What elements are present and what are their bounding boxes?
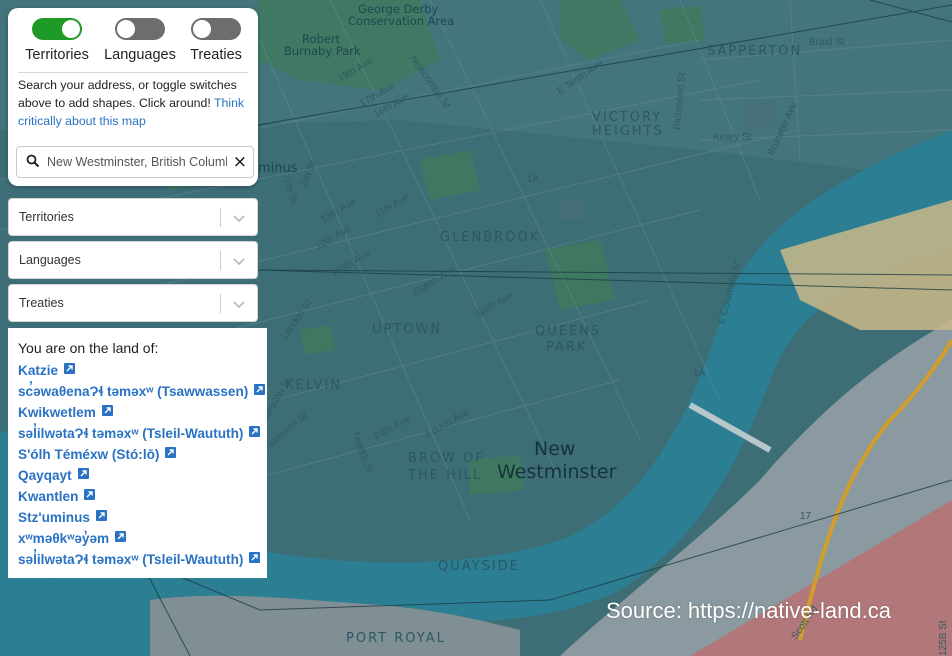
list-item: Qayqayt xyxy=(18,465,265,486)
treaties-toggle[interactable] xyxy=(191,18,241,40)
territories-dropdown-placeholder: Territories xyxy=(19,210,74,224)
treaties-toggle-label: Treaties xyxy=(190,47,242,63)
divider xyxy=(18,72,248,73)
territories-toggle[interactable] xyxy=(32,18,82,40)
list-item: Stz'uminus xyxy=(18,507,265,528)
list-item: xʷməθkʷəy̓əm xyxy=(18,528,265,549)
external-link-icon[interactable] xyxy=(249,551,261,567)
external-link-icon[interactable] xyxy=(95,509,107,525)
territory-list: Katzie sc̓əwaθenaɁɬ təməxʷ (Tsawwassen) Kw… xyxy=(18,360,266,570)
help-text-body: Search your address, or toggle switches … xyxy=(18,78,237,110)
territory-link[interactable]: Qayqayt xyxy=(18,468,72,483)
territory-link[interactable]: xʷməθkʷəy̓əm xyxy=(18,531,109,546)
territories-dropdown[interactable]: Territories xyxy=(8,198,258,236)
dropdown-separator xyxy=(220,208,221,227)
toggle-knob xyxy=(117,20,135,38)
territories-toggle-label: Territories xyxy=(25,47,89,63)
territory-link[interactable]: Stz'uminus xyxy=(18,510,90,525)
treaties-toggle-group: Treaties xyxy=(176,18,256,63)
svg-text:1A: 1A xyxy=(527,174,540,185)
languages-dropdown[interactable]: Languages xyxy=(8,241,258,279)
layer-toggle-panel: Territories Languages Treaties Search yo… xyxy=(8,8,258,186)
svg-text:Keary St: Keary St xyxy=(713,132,752,143)
territory-link[interactable]: sc̓əwaθenaɁɬ təməxʷ (Tsawwassen) xyxy=(18,384,248,399)
svg-text:QUEENS: QUEENS xyxy=(535,324,601,339)
search-icon xyxy=(26,154,40,173)
territory-link[interactable]: Katzie xyxy=(18,363,58,378)
svg-text:UPTOWN: UPTOWN xyxy=(372,322,442,337)
external-link-icon[interactable] xyxy=(77,467,89,483)
territory-link[interactable]: səl̓ilwətaɁɬ təməxʷ (Tsleil-Waututh) xyxy=(18,426,243,441)
territory-link[interactable]: səl̓ilwətaɁɬ təməxʷ (Tsleil-Waututh) xyxy=(18,552,243,567)
svg-text:PORT ROYAL: PORT ROYAL xyxy=(346,631,446,646)
dropdown-separator xyxy=(220,294,221,313)
external-link-icon[interactable] xyxy=(249,425,261,441)
list-item: S'ólh Téméxw (Stó:lō) xyxy=(18,444,265,465)
list-item: Kwantlen xyxy=(18,486,265,507)
territories-toggle-group: Territories xyxy=(17,18,97,63)
toggle-knob xyxy=(193,20,211,38)
svg-text:1A: 1A xyxy=(693,368,706,379)
languages-dropdown-placeholder: Languages xyxy=(19,253,81,267)
svg-text:VICTORY: VICTORY xyxy=(592,110,662,125)
svg-text:New: New xyxy=(534,438,575,460)
svg-text:125B St: 125B St xyxy=(938,620,949,656)
chevron-down-icon xyxy=(232,211,246,229)
list-item: Kwikwetlem xyxy=(18,402,265,423)
land-panel-title: You are on the land of: xyxy=(18,340,159,356)
list-item: səl̓ilwətaɁɬ təməxʷ (Tsleil-Waututh) xyxy=(18,549,265,570)
svg-text:SAPPERTON: SAPPERTON xyxy=(707,44,802,59)
chevron-down-icon xyxy=(232,297,246,315)
languages-toggle[interactable] xyxy=(115,18,165,40)
languages-toggle-label: Languages xyxy=(104,47,176,63)
list-item: sc̓əwaθenaɁɬ təməxʷ (Tsawwassen) xyxy=(18,381,266,402)
svg-text:17: 17 xyxy=(800,511,812,522)
external-link-icon[interactable] xyxy=(115,530,127,546)
territory-link[interactable]: Kwantlen xyxy=(18,489,78,504)
address-search-input[interactable] xyxy=(47,153,227,171)
svg-text:Conservation Area: Conservation Area xyxy=(348,14,454,28)
external-link-icon[interactable] xyxy=(64,362,76,378)
languages-toggle-group: Languages xyxy=(100,18,180,63)
svg-text:KELVIN: KELVIN xyxy=(285,378,342,393)
help-text: Search your address, or toggle switches … xyxy=(18,76,250,130)
svg-text:GLENBROOK: GLENBROOK xyxy=(440,230,540,245)
svg-text:HEIGHTS: HEIGHTS xyxy=(592,124,664,139)
list-item: Katzie xyxy=(18,360,265,381)
land-acknowledgement-panel: You are on the land of: Katzie sc̓əwaθena… xyxy=(8,328,267,578)
territory-link[interactable]: Kwikwetlem xyxy=(18,405,96,420)
external-link-icon[interactable] xyxy=(84,488,96,504)
svg-text:PARK: PARK xyxy=(546,340,587,355)
svg-text:minus: minus xyxy=(258,161,298,176)
svg-text:Westminster: Westminster xyxy=(497,461,617,483)
list-item: səl̓ilwətaɁɬ təməxʷ (Tsleil-Waututh) xyxy=(18,423,265,444)
svg-text:BROW OF: BROW OF xyxy=(408,451,485,466)
svg-text:Burnaby Park: Burnaby Park xyxy=(284,44,361,58)
svg-text:QUAYSIDE: QUAYSIDE xyxy=(438,559,520,574)
external-link-icon[interactable] xyxy=(101,404,113,420)
territory-link[interactable]: S'ólh Téméxw (Stó:lō) xyxy=(18,447,159,462)
chevron-down-icon xyxy=(232,254,246,272)
treaties-dropdown[interactable]: Treaties xyxy=(8,284,258,322)
clear-search-button[interactable]: × xyxy=(233,154,247,171)
external-link-icon[interactable] xyxy=(254,383,266,399)
address-search: × xyxy=(16,146,254,178)
toggle-knob xyxy=(62,20,80,38)
external-link-icon[interactable] xyxy=(165,446,177,462)
treaties-dropdown-placeholder: Treaties xyxy=(19,296,64,310)
source-credit: Source: https://native-land.ca xyxy=(606,598,891,623)
svg-text:Braid St: Braid St xyxy=(809,37,845,48)
svg-text:THE HILL: THE HILL xyxy=(407,468,482,483)
dropdown-separator xyxy=(220,251,221,270)
